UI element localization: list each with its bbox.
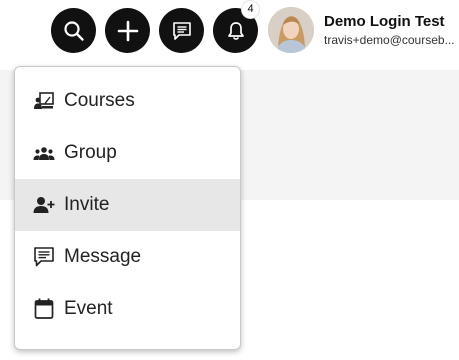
group-icon [33, 142, 55, 164]
search-icon [63, 20, 84, 41]
messages-button[interactable] [159, 8, 204, 53]
menu-item-invite[interactable]: Invite [15, 179, 240, 231]
search-button[interactable] [51, 8, 96, 53]
menu-item-courses[interactable]: Courses [15, 75, 240, 127]
user-photo-icon [268, 7, 314, 53]
notification-count-badge: 4 [242, 1, 259, 18]
bell-icon [227, 21, 244, 40]
courses-icon [33, 90, 55, 112]
menu-item-label: Event [64, 298, 113, 319]
menu-item-label: Group [64, 142, 117, 163]
menu-item-event[interactable]: Event [15, 283, 240, 335]
menu-item-group[interactable]: Group [15, 127, 240, 179]
menu-item-label: Message [64, 246, 142, 267]
user-name[interactable]: Demo Login Test [324, 13, 445, 30]
create-button[interactable] [105, 8, 150, 53]
add-user-icon [33, 194, 55, 216]
menu-item-label: Invite [64, 194, 110, 215]
message-icon [33, 246, 55, 268]
avatar[interactable] [268, 7, 314, 53]
user-email: travis+demo@courseb... [324, 33, 455, 47]
message-icon [172, 21, 191, 40]
create-menu: Courses Group Invite Message Event [14, 66, 241, 350]
plus-icon [117, 20, 138, 41]
menu-item-message[interactable]: Message [15, 231, 240, 283]
menu-item-label: Courses [64, 90, 135, 111]
calendar-icon [33, 298, 55, 320]
